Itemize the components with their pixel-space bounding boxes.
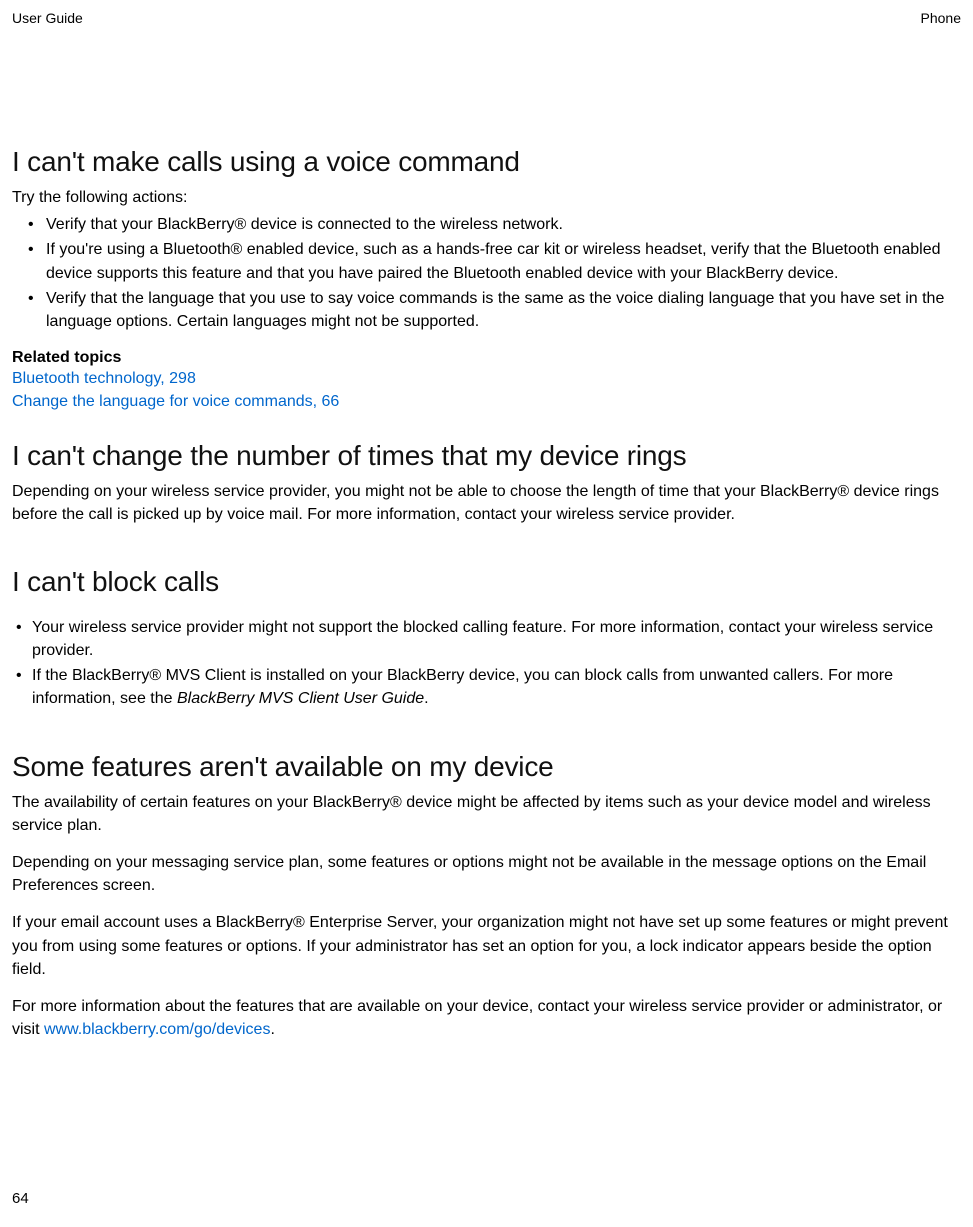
heading-features-unavailable: Some features aren't available on my dev… [12,751,961,783]
related-topics: Related topics Bluetooth technology, 298… [12,349,961,413]
heading-change-rings: I can't change the number of times that … [12,440,961,472]
section-block-calls: I can't block calls Your wireless servic… [12,566,961,711]
link-change-language[interactable]: Change the language for voice commands, … [12,390,961,413]
body-paragraph: If your email account uses a BlackBerry®… [12,911,961,981]
link-bluetooth-technology[interactable]: Bluetooth technology, 298 [12,367,961,390]
body-paragraph: The availability of certain features on … [12,791,961,837]
header-left: User Guide [12,10,83,26]
section-voice-command: I can't make calls using a voice command… [12,146,961,414]
section-change-rings: I can't change the number of times that … [12,440,961,526]
voice-command-bullets: Verify that your BlackBerry® device is c… [12,213,961,333]
header-right: Phone [921,10,961,26]
bullet-text: If the BlackBerry® MVS Client is install… [32,667,893,707]
list-item: Verify that your BlackBerry® device is c… [46,213,961,236]
list-item: Your wireless service provider might not… [32,616,961,662]
heading-block-calls: I can't block calls [12,566,961,598]
italic-guide-name: BlackBerry MVS Client User Guide [177,690,424,707]
page-container: User Guide Phone I can't make calls usin… [0,0,973,1227]
list-item: Verify that the language that you use to… [46,287,961,333]
body-text: Depending on your wireless service provi… [12,480,961,526]
bullet-tail: . [424,690,428,707]
list-item: If the BlackBerry® MVS Client is install… [32,664,961,710]
section-features-unavailable: Some features aren't available on my dev… [12,751,961,1042]
list-item: If you're using a Bluetooth® enabled dev… [46,238,961,284]
page-header: User Guide Phone [12,10,961,26]
intro-text: Try the following actions: [12,186,961,209]
link-blackberry-devices[interactable]: www.blackberry.com/go/devices [44,1021,270,1038]
body-paragraph: Depending on your messaging service plan… [12,851,961,897]
related-topics-title: Related topics [12,349,961,367]
body-text-post: . [270,1021,274,1038]
page-number: 64 [12,1190,29,1207]
block-calls-bullets: Your wireless service provider might not… [12,616,961,711]
body-paragraph: For more information about the features … [12,995,961,1041]
heading-voice-command: I can't make calls using a voice command [12,146,961,178]
